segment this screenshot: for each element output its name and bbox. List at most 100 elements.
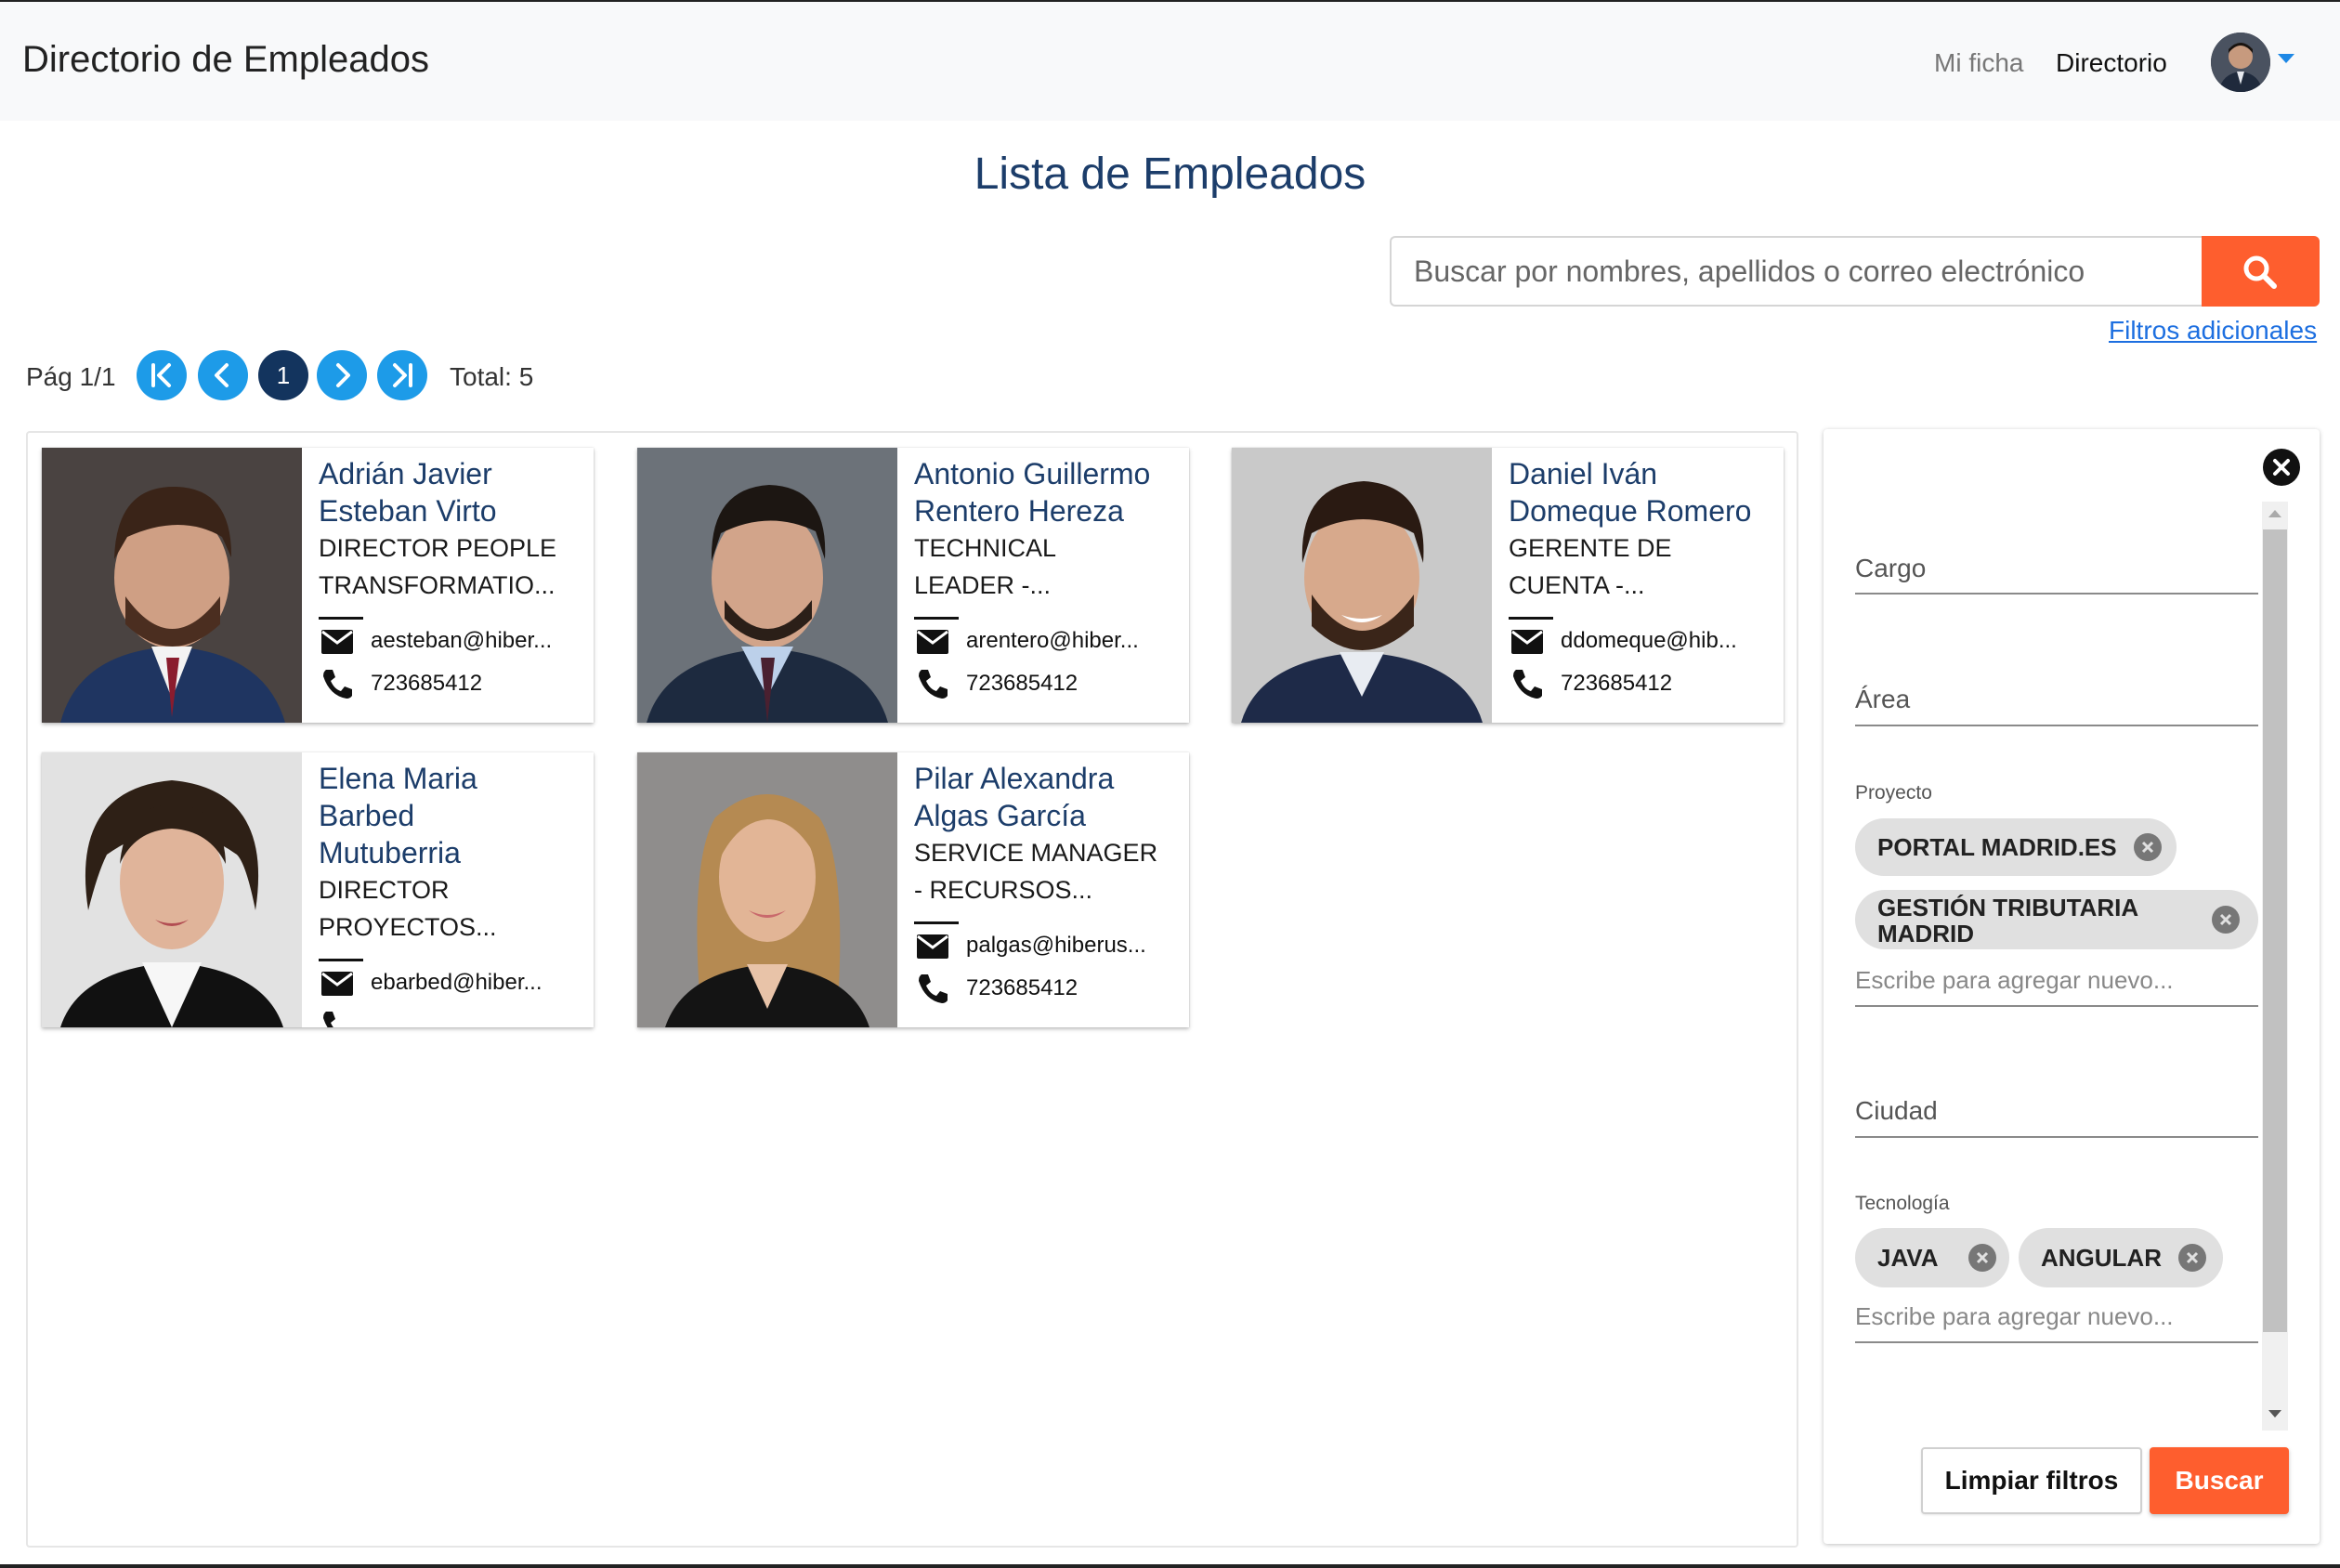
nav-link-mi-ficha[interactable]: Mi ficha [1934, 48, 2023, 78]
last-page-button[interactable] [377, 350, 427, 400]
employee-card[interactable]: Pilar Alexandra Algas García SERVICE MAN… [637, 752, 1189, 1027]
user-avatar-icon[interactable] [2211, 33, 2270, 92]
next-page-icon [336, 363, 350, 387]
search-input[interactable] [1392, 238, 2202, 305]
employee-name[interactable]: Antonio Guillermo [914, 455, 1174, 492]
chip-remove-icon[interactable] [1968, 1244, 1996, 1272]
employee-phone[interactable]: 723685412 [371, 671, 482, 697]
employee-role: DIRECTOR [319, 876, 450, 904]
employee-name[interactable]: Adrián Javier [319, 455, 579, 492]
proyecto-chip: GESTIÓN TRIBUTARIA MADRID [1855, 890, 2258, 949]
employee-name[interactable]: Domeque Romero [1509, 492, 1769, 529]
first-page-button[interactable] [137, 350, 187, 400]
clear-filters-button[interactable]: Limpiar filtros [1921, 1447, 2142, 1514]
employee-card[interactable]: Elena Maria Barbed Mutuberria DIRECTOR P… [42, 752, 594, 1027]
employee-photo [42, 448, 302, 723]
page-title: Lista de Empleados [974, 150, 1366, 199]
chip-remove-icon[interactable] [2212, 906, 2240, 934]
employee-name[interactable]: Algas García [914, 797, 1174, 834]
employee-phone[interactable]: 723685412 [966, 671, 1078, 697]
cargo-field[interactable] [1855, 593, 2258, 595]
employee-photo [1232, 448, 1492, 723]
employee-name[interactable]: Daniel Iván [1509, 455, 1769, 492]
mail-icon [321, 630, 353, 654]
tecnologia-chip: ANGULAR [2019, 1228, 2223, 1287]
employee-role: GERENTE DE [1509, 534, 1672, 562]
chevron-down-icon[interactable] [2278, 54, 2294, 63]
first-page-icon [151, 363, 171, 387]
employee-card[interactable]: Antonio Guillermo Rentero Hereza TECHNIC… [637, 448, 1189, 723]
employee-phone[interactable]: 723685412 [1561, 671, 1672, 697]
phone-icon [1513, 670, 1542, 699]
employee-email[interactable]: palgas@hiberus... [966, 933, 1146, 959]
chip-remove-icon[interactable] [2134, 833, 2162, 861]
apply-filters-button[interactable]: Buscar [2150, 1447, 2289, 1514]
employee-email[interactable]: arentero@hiber... [966, 628, 1139, 654]
close-icon [2273, 459, 2290, 476]
proyecto-field-underline [1855, 1005, 2258, 1007]
mail-icon [917, 630, 948, 654]
chip-remove-icon[interactable] [2178, 1244, 2206, 1272]
employee-phone[interactable]: 723685412 [966, 975, 1078, 1001]
ciudad-field[interactable] [1855, 1136, 2258, 1138]
last-page-icon [393, 363, 412, 387]
employee-card[interactable]: Daniel Iván Domeque Romero GERENTE DE CU… [1232, 448, 1784, 723]
tecnologia-field-underline [1855, 1341, 2258, 1343]
employee-role: PROYECTOS... [319, 913, 497, 941]
employee-name[interactable]: Mutuberria [319, 834, 579, 871]
nav-link-directorio[interactable]: Directorio [2056, 48, 2167, 78]
employee-email[interactable]: ebarbed@hiber... [371, 970, 543, 996]
area-field[interactable] [1855, 725, 2258, 726]
cargo-field-label[interactable]: Cargo [1855, 554, 1926, 583]
prev-page-button[interactable] [198, 350, 248, 400]
employee-role: - RECURSOS... [914, 876, 1093, 904]
employee-name[interactable]: Barbed [319, 797, 579, 834]
chip-label: JAVA [1877, 1244, 1939, 1272]
bottom-border [0, 1564, 2340, 1568]
employee-photo [42, 752, 302, 1027]
area-field-label[interactable]: Área [1855, 685, 1910, 714]
page-number-button[interactable]: 1 [258, 350, 308, 400]
employee-photo [637, 752, 897, 1027]
search-button[interactable] [2202, 236, 2320, 307]
mail-icon [1511, 630, 1543, 654]
employee-role: TRANSFORMATIO... [319, 571, 556, 599]
mail-icon [321, 972, 353, 996]
search-icon [2243, 255, 2277, 289]
tecnologia-field-label: Tecnología [1855, 1193, 1950, 1214]
filters-scrollbar-thumb[interactable] [2263, 529, 2287, 1332]
phone-icon [323, 670, 352, 699]
close-filters-button[interactable] [2263, 449, 2300, 486]
employee-photo [637, 448, 897, 723]
employee-name[interactable]: Pilar Alexandra [914, 760, 1174, 797]
employee-card[interactable]: Adrián Javier Esteban Virto DIRECTOR PEO… [42, 448, 594, 723]
phone-icon [323, 1012, 335, 1027]
proyecto-input[interactable]: Escribe para agregar nuevo... [1855, 966, 2174, 995]
employee-name[interactable]: Esteban Virto [319, 492, 579, 529]
chip-label: PORTAL MADRID.ES [1877, 833, 2117, 861]
scroll-down-icon[interactable] [2268, 1410, 2281, 1418]
ciudad-field-label[interactable]: Ciudad [1855, 1096, 1938, 1126]
proyecto-chip: PORTAL MADRID.ES [1855, 818, 2177, 876]
prev-page-icon [215, 363, 229, 387]
next-page-button[interactable] [317, 350, 367, 400]
additional-filters-link[interactable]: Filtros adicionales [2109, 316, 2317, 346]
employee-email[interactable]: aesteban@hiber... [371, 628, 552, 654]
app-title[interactable]: Directorio de Empleados [22, 39, 429, 81]
employee-role: TECHNICAL [914, 534, 1057, 562]
chip-label: GESTIÓN TRIBUTARIA [1877, 894, 2139, 921]
top-navbar: Directorio de Empleados Mi ficha Directo… [0, 0, 2340, 121]
chip-label: ANGULAR [2041, 1244, 2162, 1272]
total-count: Total: 5 [450, 362, 534, 391]
phone-icon [919, 974, 948, 1003]
employee-name[interactable]: Rentero Hereza [914, 492, 1174, 529]
phone-icon [919, 670, 948, 699]
employee-name[interactable]: Elena Maria [319, 760, 579, 797]
employee-role: DIRECTOR PEOPLE [319, 534, 557, 562]
tecnologia-chip: JAVA [1855, 1228, 2009, 1287]
employee-email[interactable]: ddomeque@hib... [1561, 628, 1737, 654]
tecnologia-input[interactable]: Escribe para agregar nuevo... [1855, 1302, 2174, 1331]
scroll-up-icon[interactable] [2268, 510, 2281, 517]
chip-label: MADRID [1877, 920, 1974, 947]
search-box [1390, 236, 2202, 307]
